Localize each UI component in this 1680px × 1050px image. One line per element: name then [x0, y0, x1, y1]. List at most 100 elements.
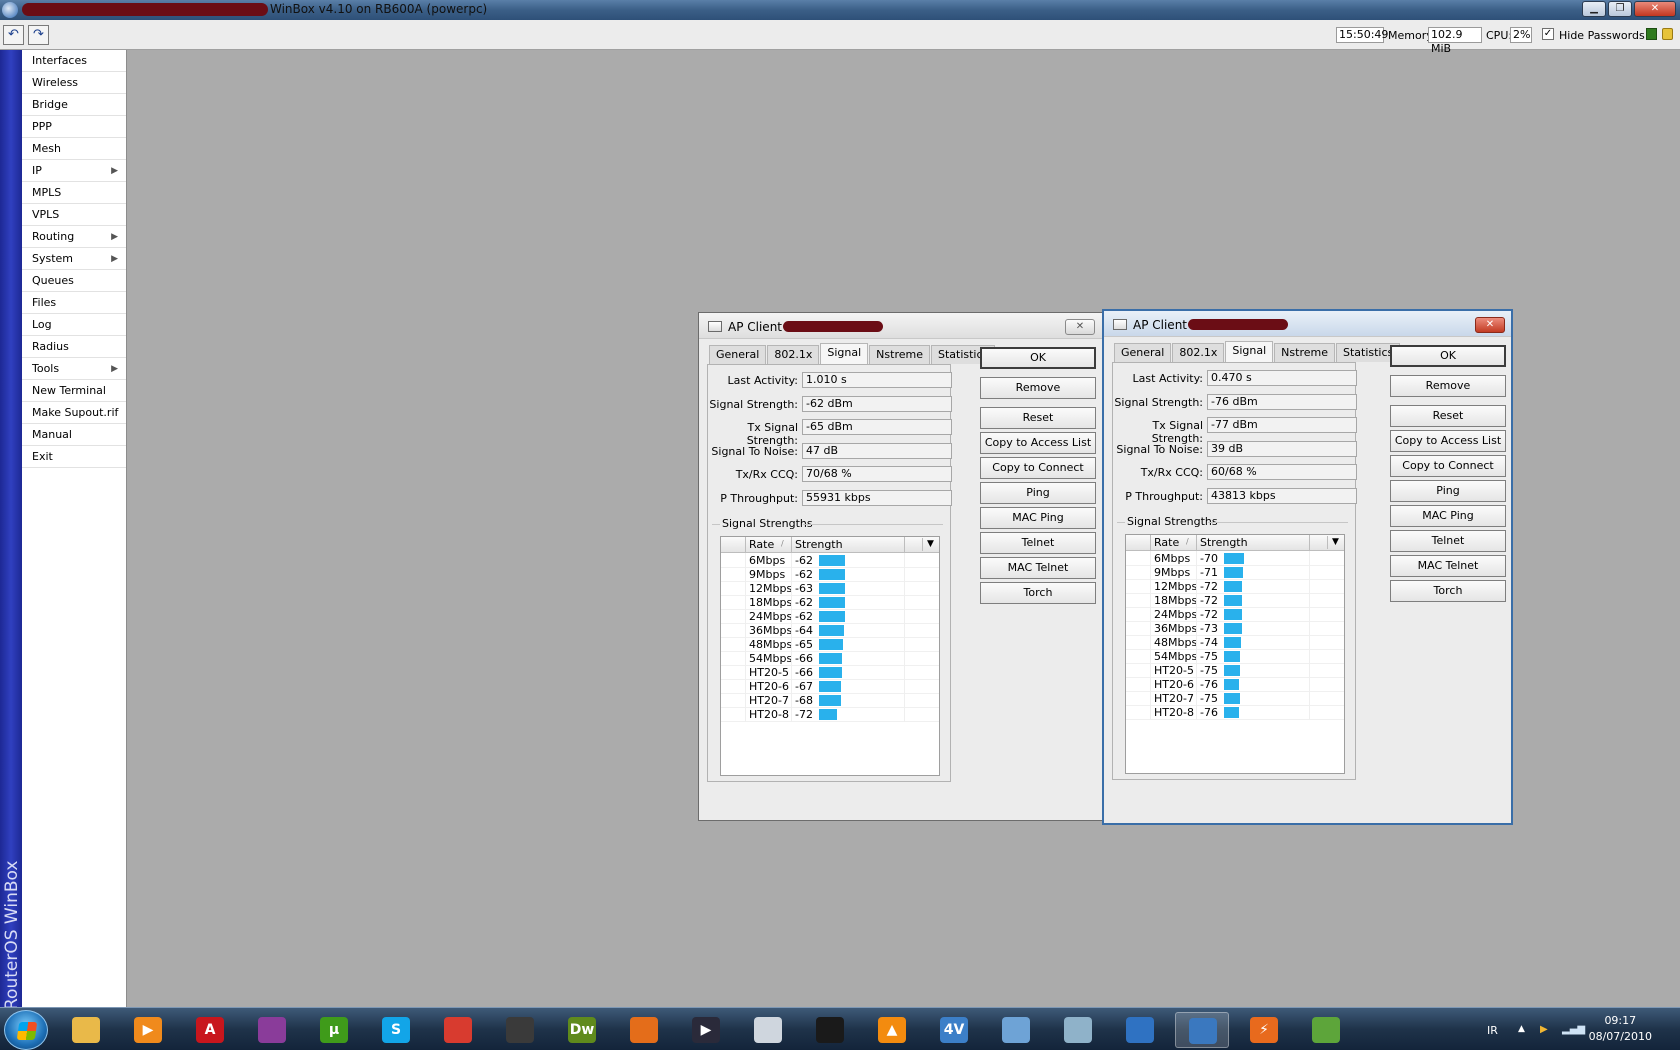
- tab-signal[interactable]: Signal: [820, 343, 869, 364]
- signal-strength-table[interactable]: Rate / Strength ▼ 6Mbps -62 9Mbps -62 12Mbps -63 1…: [720, 536, 940, 776]
- table-row[interactable]: HT20-6 -76: [1126, 677, 1344, 692]
- menu-item[interactable]: Radius: [22, 336, 126, 358]
- hide-passwords-checkbox[interactable]: ✓: [1542, 28, 1554, 40]
- table-row[interactable]: 6Mbps -62: [721, 553, 939, 568]
- menu-item[interactable]: Files: [22, 292, 126, 314]
- mac-telnet-button[interactable]: MAC Telnet: [980, 557, 1096, 579]
- table-row[interactable]: 9Mbps -62: [721, 567, 939, 582]
- start-button[interactable]: [4, 1010, 48, 1050]
- mac-ping-button[interactable]: MAC Ping: [980, 507, 1096, 529]
- reset-button[interactable]: Reset: [1390, 405, 1506, 427]
- tab-signal[interactable]: Signal: [1225, 341, 1274, 362]
- table-row[interactable]: 24Mbps -62: [721, 609, 939, 624]
- torch-button[interactable]: Torch: [1390, 580, 1506, 602]
- tab-8021x[interactable]: 802.1x: [767, 345, 820, 364]
- remove-button[interactable]: Remove: [980, 377, 1096, 399]
- table-row[interactable]: 18Mbps -72: [1126, 593, 1344, 608]
- taskbar-button[interactable]: [989, 1012, 1043, 1048]
- title-bar[interactable]: WinBox v4.10 on RB600A (powerpc) ▁ ❐ ✕: [0, 0, 1680, 20]
- menu-item[interactable]: Bridge: [22, 94, 126, 116]
- taskbar-button[interactable]: [1299, 1012, 1353, 1048]
- undo-button[interactable]: ↶: [3, 25, 24, 45]
- tab-general[interactable]: General: [1114, 343, 1172, 362]
- table-row[interactable]: HT20-7 -68: [721, 693, 939, 708]
- ok-button[interactable]: OK: [980, 347, 1096, 369]
- lock-icon[interactable]: [1662, 28, 1673, 40]
- menu-item[interactable]: Queues: [22, 270, 126, 292]
- menu-item[interactable]: Exit: [22, 446, 126, 468]
- taskbar-button[interactable]: [617, 1012, 671, 1048]
- column-dropdown-icon[interactable]: ▼: [922, 538, 938, 551]
- telnet-button[interactable]: Telnet: [1390, 530, 1506, 552]
- taskbar-button[interactable]: ⚡: [1237, 1012, 1291, 1048]
- table-row[interactable]: HT20-5 -75: [1126, 663, 1344, 678]
- table-row[interactable]: 12Mbps -72: [1126, 579, 1344, 594]
- taskbar-button[interactable]: µ: [307, 1012, 361, 1048]
- tab-8021x[interactable]: 802.1x: [1172, 343, 1225, 362]
- redo-button[interactable]: ↷: [28, 25, 49, 45]
- table-row[interactable]: 54Mbps -66: [721, 651, 939, 666]
- table-row[interactable]: HT20-7 -75: [1126, 691, 1344, 706]
- menu-item[interactable]: Log: [22, 314, 126, 336]
- taskbar-clock[interactable]: 09:17 08/07/2010: [1589, 1013, 1652, 1045]
- taskbar-button[interactable]: [1175, 1012, 1229, 1048]
- table-row[interactable]: 12Mbps -63: [721, 581, 939, 596]
- table-row[interactable]: 54Mbps -75: [1126, 649, 1344, 664]
- network-signal-icon[interactable]: ▂▄▆: [1562, 1024, 1585, 1035]
- tab-nstreme[interactable]: Nstreme: [869, 345, 930, 364]
- taskbar-button[interactable]: ▲: [865, 1012, 919, 1048]
- ok-button[interactable]: OK: [1390, 345, 1506, 367]
- close-dialog-button[interactable]: ✕: [1065, 319, 1095, 335]
- table-row[interactable]: 36Mbps -73: [1126, 621, 1344, 636]
- table-row[interactable]: 18Mbps -62: [721, 595, 939, 610]
- torch-button[interactable]: Torch: [980, 582, 1096, 604]
- close-dialog-button[interactable]: ✕: [1475, 317, 1505, 333]
- taskbar-button[interactable]: [431, 1012, 485, 1048]
- language-indicator[interactable]: IR: [1487, 1024, 1498, 1037]
- dialog-title-bar[interactable]: AP Client < ✕: [1104, 311, 1511, 337]
- menu-item[interactable]: Mesh: [22, 138, 126, 160]
- menu-item[interactable]: New Terminal: [22, 380, 126, 402]
- taskbar-button[interactable]: [803, 1012, 857, 1048]
- ping-button[interactable]: Ping: [1390, 480, 1506, 502]
- menu-item[interactable]: PPP: [22, 116, 126, 138]
- column-header-rate[interactable]: Rate: [1154, 536, 1179, 549]
- taskbar-button[interactable]: [741, 1012, 795, 1048]
- menu-item[interactable]: Wireless: [22, 72, 126, 94]
- column-header-strength[interactable]: Strength: [1200, 536, 1248, 549]
- table-row[interactable]: 6Mbps -70: [1126, 551, 1344, 566]
- taskbar-button[interactable]: 4V: [927, 1012, 981, 1048]
- tab-nstreme[interactable]: Nstreme: [1274, 343, 1335, 362]
- table-row[interactable]: HT20-8 -76: [1126, 705, 1344, 720]
- minimize-button[interactable]: ▁: [1582, 1, 1606, 17]
- menu-item[interactable]: VPLS: [22, 204, 126, 226]
- ping-button[interactable]: Ping: [980, 482, 1096, 504]
- menu-item[interactable]: Routing ▶: [22, 226, 126, 248]
- menu-item[interactable]: Manual: [22, 424, 126, 446]
- table-row[interactable]: 48Mbps -74: [1126, 635, 1344, 650]
- column-header-strength[interactable]: Strength: [795, 538, 843, 551]
- table-row[interactable]: 48Mbps -65: [721, 637, 939, 652]
- tab-general[interactable]: General: [709, 345, 767, 364]
- taskbar-button[interactable]: ▶: [679, 1012, 733, 1048]
- menu-item[interactable]: Make Supout.rif: [22, 402, 126, 424]
- taskbar-button[interactable]: Dw: [555, 1012, 609, 1048]
- winbox-app-icon[interactable]: [2, 2, 18, 18]
- taskbar-button[interactable]: [493, 1012, 547, 1048]
- menu-item[interactable]: IP ▶: [22, 160, 126, 182]
- table-row[interactable]: 24Mbps -72: [1126, 607, 1344, 622]
- signal-strength-table[interactable]: Rate / Strength ▼ 6Mbps -70 9Mbps -71 12Mbps -72 1…: [1125, 534, 1345, 774]
- menu-item[interactable]: MPLS: [22, 182, 126, 204]
- tray-arrow-icon[interactable]: ▶: [1540, 1024, 1548, 1035]
- taskbar-button[interactable]: [1051, 1012, 1105, 1048]
- table-row[interactable]: 36Mbps -64: [721, 623, 939, 638]
- taskbar-button[interactable]: [1113, 1012, 1167, 1048]
- table-row[interactable]: HT20-6 -67: [721, 679, 939, 694]
- telnet-button[interactable]: Telnet: [980, 532, 1096, 554]
- copy-to-access-list-button[interactable]: Copy to Access List: [980, 432, 1096, 454]
- ap-client-dialog[interactable]: AP Client < ✕ General 802.1x Signal Nstreme St…: [698, 312, 1104, 821]
- menu-item[interactable]: Interfaces: [22, 50, 126, 72]
- taskbar-button[interactable]: S: [369, 1012, 423, 1048]
- menu-item[interactable]: System ▶: [22, 248, 126, 270]
- table-row[interactable]: HT20-8 -72: [721, 707, 939, 722]
